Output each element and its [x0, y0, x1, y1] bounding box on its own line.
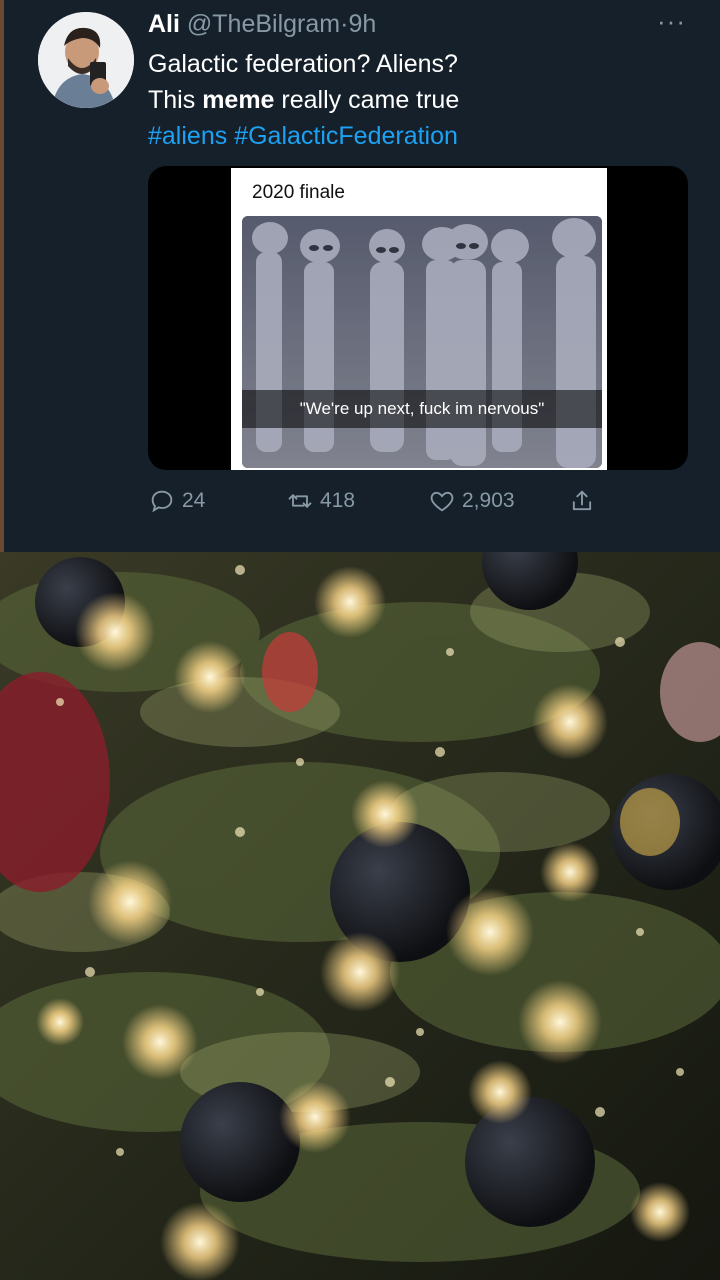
like-count: 2,903	[462, 489, 515, 512]
reply-icon	[151, 490, 173, 513]
text-before: This	[148, 86, 203, 114]
tweet-card: Ali @TheBilgram·9h ··· Galactic federati…	[0, 0, 720, 552]
avatar[interactable]	[38, 12, 134, 108]
more-options-icon[interactable]: ···	[657, 6, 686, 37]
share-button[interactable]	[568, 484, 596, 518]
heart-icon	[430, 491, 454, 512]
hashtag-aliens[interactable]: #aliens	[148, 122, 227, 150]
handle[interactable]: @TheBilgram	[187, 10, 340, 38]
background-video-frame	[0, 552, 720, 1280]
hashtags: #aliens #GalacticFederation	[148, 118, 688, 154]
avatar-image	[38, 12, 134, 108]
christmas-tree-photo	[0, 552, 720, 1280]
tweet-header: Ali @TheBilgram·9h	[148, 10, 376, 39]
display-name[interactable]: Ali	[148, 10, 180, 38]
tweet-text-line2: This meme really came true	[148, 82, 688, 118]
meme-image: 2020 finale "We're up next, fuck im nerv…	[231, 168, 607, 470]
aliens-illustration	[242, 216, 602, 468]
retweet-count: 418	[320, 489, 356, 512]
timestamp[interactable]: 9h	[348, 10, 376, 38]
hashtag-galactic-federation[interactable]: #GalacticFederation	[234, 122, 458, 150]
text-after: really came true	[274, 86, 460, 114]
text-bold: meme	[202, 86, 275, 114]
tweet-text-line1: Galactic federation? Aliens?	[148, 50, 458, 78]
reply-button[interactable]: 24	[148, 484, 205, 518]
reply-count: 24	[182, 489, 206, 512]
like-button[interactable]: 2,903	[428, 484, 515, 518]
retweet-button[interactable]: 418	[286, 484, 355, 518]
aliens-photo: "We're up next, fuck im nervous"	[242, 216, 602, 468]
tweet-actions: 24 418 2,903	[148, 484, 618, 518]
retweet-icon	[288, 494, 312, 508]
tweet-media[interactable]: 2020 finale "We're up next, fuck im nerv…	[148, 166, 688, 470]
meme-subtitle: "We're up next, fuck im nervous"	[242, 390, 602, 428]
meme-caption: 2020 finale	[252, 182, 345, 203]
left-edge-strip	[0, 0, 4, 552]
tweet-text: Galactic federation? Aliens? This meme r…	[148, 46, 688, 154]
share-icon	[572, 490, 592, 511]
